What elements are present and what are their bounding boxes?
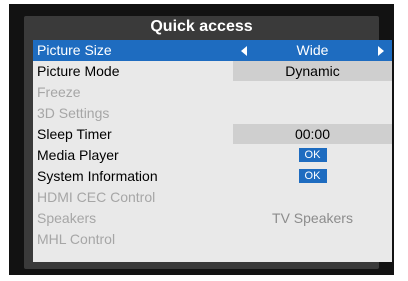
menu-item-system-information[interactable]: System Information OK bbox=[33, 166, 392, 187]
quick-access-panel: Quick access Picture Size Wide Picture M… bbox=[24, 16, 392, 269]
menu-item-hdmi-cec-control: HDMI CEC Control bbox=[33, 187, 392, 208]
panel-title: Quick access bbox=[150, 18, 253, 35]
menu-item-picture-size[interactable]: Picture Size Wide bbox=[33, 40, 392, 61]
menu-item-mhl-control: MHL Control bbox=[33, 229, 392, 250]
tv-screen: Quick access Picture Size Wide Picture M… bbox=[9, 4, 394, 275]
menu-item-picture-mode[interactable]: Picture Mode Dynamic bbox=[33, 61, 392, 82]
media-player-value: OK bbox=[233, 145, 392, 165]
system-information-ok-button[interactable]: OK bbox=[298, 169, 327, 183]
speakers-value: TV Speakers bbox=[272, 210, 353, 226]
media-player-ok-button[interactable]: OK bbox=[298, 148, 327, 162]
arrow-right-icon[interactable] bbox=[378, 46, 384, 56]
menu-item-sleep-timer[interactable]: Sleep Timer 00:00 bbox=[33, 124, 392, 145]
menu-item-label: System Information bbox=[37, 168, 158, 184]
menu-item-label: Freeze bbox=[37, 84, 81, 100]
quick-access-menu: Picture Size Wide Picture Mode Dynamic F… bbox=[33, 40, 392, 262]
picture-size-selector[interactable]: Wide bbox=[233, 40, 392, 60]
menu-item-label: Media Player bbox=[37, 147, 119, 163]
menu-item-freeze: Freeze bbox=[33, 82, 392, 103]
sleep-timer-value[interactable]: 00:00 bbox=[233, 124, 392, 144]
menu-item-label: HDMI CEC Control bbox=[37, 189, 156, 205]
menu-item-label: Picture Mode bbox=[37, 63, 120, 79]
picture-size-value: Wide bbox=[296, 42, 329, 58]
menu-item-label: MHL Control bbox=[37, 231, 116, 247]
picture-mode-value[interactable]: Dynamic bbox=[233, 61, 392, 81]
menu-item-label: 3D Settings bbox=[37, 105, 110, 121]
menu-item-label: Sleep Timer bbox=[37, 126, 112, 142]
menu-item-label: Speakers bbox=[37, 210, 97, 226]
system-information-value: OK bbox=[233, 166, 392, 186]
arrow-left-icon[interactable] bbox=[241, 46, 247, 56]
menu-item-media-player[interactable]: Media Player OK bbox=[33, 145, 392, 166]
menu-item-speakers: Speakers TV Speakers bbox=[33, 208, 392, 229]
menu-item-label: Picture Size bbox=[37, 42, 112, 58]
menu-item-3d-settings: 3D Settings bbox=[33, 103, 392, 124]
